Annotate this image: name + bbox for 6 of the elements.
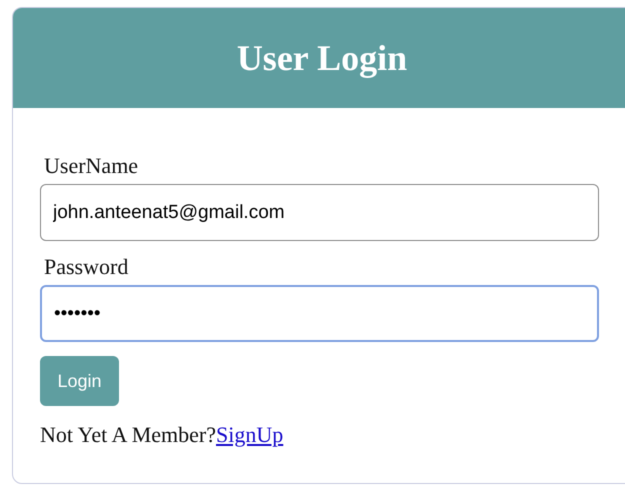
signup-link[interactable]: SignUp xyxy=(216,422,284,447)
card-title: User Login xyxy=(236,37,408,79)
field-label: UserName xyxy=(44,154,138,178)
input-field[interactable]: ••••••• xyxy=(40,285,599,342)
member-prompt: Not Yet A Member? xyxy=(40,422,216,447)
field-label: Password xyxy=(44,255,128,279)
